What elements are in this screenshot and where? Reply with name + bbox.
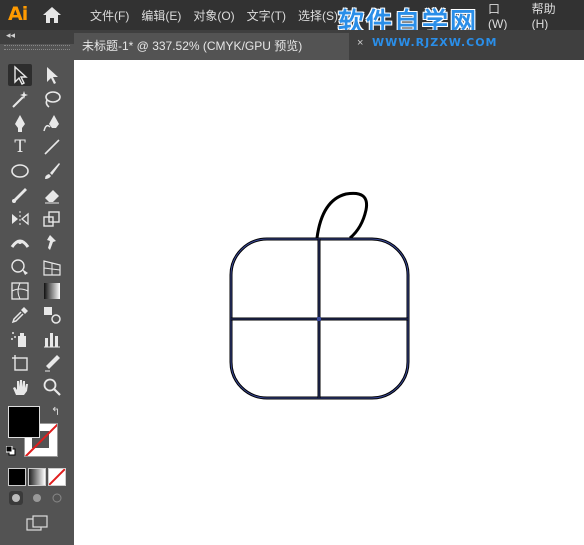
collapse-panel-icon[interactable]: ◂◂ <box>6 30 15 41</box>
none-mode-button[interactable] <box>48 468 66 486</box>
center-anchor-point <box>317 317 321 321</box>
menu-help[interactable]: 帮助(H) <box>532 0 570 31</box>
lasso-tool-icon[interactable] <box>40 88 64 110</box>
gradient-tool-icon[interactable] <box>40 280 64 302</box>
blend-tool-icon[interactable] <box>40 304 64 326</box>
artboard-canvas[interactable] <box>74 60 584 545</box>
shaper-tool-icon[interactable] <box>8 184 32 206</box>
home-icon[interactable] <box>42 6 62 24</box>
menu-right: 口(W) 帮助(H) <box>488 0 584 31</box>
selection-tool-icon[interactable] <box>8 64 32 86</box>
pen-tool-icon[interactable] <box>8 112 32 134</box>
menu-object[interactable]: 对象(O) <box>193 7 234 24</box>
menu-type[interactable]: 文字(T) <box>247 7 286 24</box>
screen-mode-icon[interactable] <box>26 515 48 531</box>
menu-select[interactable]: 选择(S) <box>298 7 338 24</box>
artwork[interactable] <box>74 60 584 545</box>
none-slash-icon <box>49 469 65 485</box>
menu-items: 文件(F) 编辑(E) 对象(O) 文字(T) 选择(S) <box>90 0 350 30</box>
shape-builder-tool-icon[interactable] <box>8 256 32 278</box>
menu-window[interactable]: 口(W) <box>488 0 518 31</box>
hand-tool-icon[interactable] <box>8 376 32 398</box>
gradient-mode-button[interactable] <box>28 468 46 486</box>
column-graph-tool-icon[interactable] <box>40 328 64 350</box>
draw-inside-icon[interactable] <box>50 491 64 505</box>
symbol-sprayer-tool-icon[interactable] <box>8 328 32 350</box>
app-logo: Ai <box>8 3 28 25</box>
watermark-url: WWW.RJZXW.COM <box>372 36 498 49</box>
menu-file[interactable]: 文件(F) <box>90 7 129 24</box>
swap-fill-stroke-icon[interactable]: ↰ <box>51 405 60 418</box>
eraser-tool-icon[interactable] <box>40 184 64 206</box>
ellipse-tool-icon[interactable] <box>8 160 32 182</box>
type-tool-glyph: T <box>14 137 26 157</box>
eyedropper-tool-icon[interactable] <box>8 304 32 326</box>
reflect-tool-icon[interactable] <box>8 208 32 230</box>
scale-tool-icon[interactable] <box>40 208 64 230</box>
curvature-tool-icon[interactable] <box>40 112 64 134</box>
slice-tool-icon[interactable] <box>40 352 64 374</box>
mesh-tool-icon[interactable] <box>8 280 32 302</box>
line-segment-tool-icon[interactable] <box>40 136 64 158</box>
menu-bar: Ai 文件(F) 编辑(E) 对象(O) 文字(T) 选择(S) 口(W) 帮助… <box>0 0 584 38</box>
fill-swatch[interactable] <box>8 406 40 438</box>
toolbar-grip[interactable] <box>4 45 70 50</box>
tab-bar: 未标题-1* @ 337.52% (CMYK/GPU 预览) × <box>74 30 584 60</box>
document-tab[interactable]: 未标题-1* @ 337.52% (CMYK/GPU 预览) <box>74 33 349 60</box>
zoom-tool-icon[interactable] <box>40 376 64 398</box>
menu-edit[interactable]: 编辑(E) <box>141 7 181 24</box>
color-mode-button[interactable] <box>8 468 26 486</box>
magic-wand-tool-icon[interactable] <box>8 88 32 110</box>
artboard-tool-icon[interactable] <box>8 352 32 374</box>
direct-selection-tool-icon[interactable] <box>40 64 64 86</box>
default-fill-stroke-icon[interactable] <box>6 446 16 456</box>
type-tool-icon[interactable]: T <box>8 136 32 158</box>
perspective-grid-tool-icon[interactable] <box>40 256 64 278</box>
draw-behind-icon[interactable] <box>30 491 44 505</box>
puppet-warp-tool-icon[interactable] <box>40 232 64 254</box>
toolbar-header: ◂◂ <box>0 30 74 44</box>
stem-loop-path <box>315 191 369 240</box>
width-tool-icon[interactable] <box>8 232 32 254</box>
paintbrush-tool-icon[interactable] <box>40 160 64 182</box>
draw-normal-icon[interactable] <box>9 491 23 505</box>
close-tab-icon[interactable]: × <box>357 37 363 49</box>
